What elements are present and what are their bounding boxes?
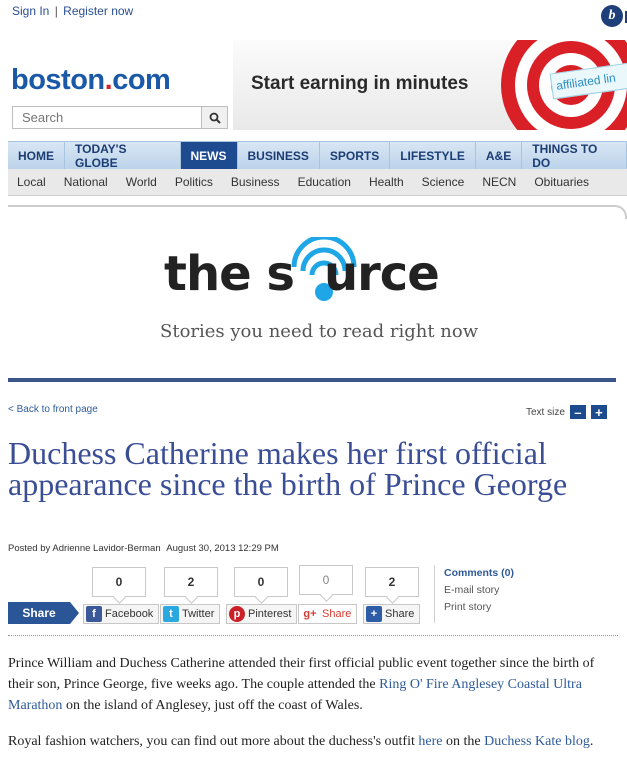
text-size-control: Text size – + [526,405,607,420]
subnav-necn[interactable]: NECN [473,169,525,195]
subnav-national[interactable]: National [55,169,117,195]
logo-part-com: com [112,64,171,96]
sign-in-link[interactable]: Sign In [12,4,49,18]
text-size-increase-button[interactable]: + [590,405,607,420]
text-size-label: Text size [526,406,565,418]
nav-item-sports[interactable]: SPORTS [320,142,391,169]
header-rule [8,378,616,382]
twitter-label: Twitter [182,608,215,620]
search-input[interactable] [13,107,201,128]
nav-item-lifestyle[interactable]: LIFESTYLE [390,142,476,169]
source-tagline: Stories you need to read right now [160,321,479,342]
subnav-education[interactable]: Education [289,169,360,195]
subnav-politics[interactable]: Politics [166,169,222,195]
the-source-logo[interactable]: the s urce Stories you need to read right… [160,246,478,342]
para1-text-2: on the island of Anglesey, just off the … [62,698,363,713]
article-paragraph-2: Royal fashion watchers, you can find out… [8,731,622,752]
dotted-divider [8,635,618,636]
secondary-nav: Local National World Politics Business E… [8,169,627,196]
search-icon [209,112,221,124]
byline: Posted by Adrienne Lavidor-Berman August… [8,543,279,554]
article-title: Duchess Catherine makes her first offici… [8,435,568,502]
subnav-world[interactable]: World [117,169,166,195]
separator: | [54,4,58,18]
byline-prefix: Posted by [8,543,51,554]
subnav-local[interactable]: Local [8,169,55,195]
para2-text-2: on the [442,734,485,749]
nav-item-todays-globe[interactable]: TODAY'S GLOBE [65,142,181,170]
byline-date: August 30, 2013 12:29 PM [166,543,279,554]
nav-item-ae[interactable]: A&E [476,142,523,169]
boston-com-logo[interactable]: boston.com [11,64,171,97]
addthis-share-button[interactable]: + Share [363,604,421,624]
subnav-obituaries[interactable]: Obituaries [525,169,598,195]
share-button[interactable]: Share [8,602,79,624]
para2-text-3: . [589,734,594,749]
google-plus-share-button[interactable]: g+ Share [298,604,358,624]
nav-item-business[interactable]: BUSINESS [238,142,320,169]
source-word-start: the s [164,246,295,302]
email-story-link[interactable]: E-mail story [444,584,499,596]
search-box [12,106,228,129]
twitter-share-button[interactable]: t Twitter [160,604,221,624]
google-plus-label: Share [322,608,352,620]
pinterest-icon: p [229,606,245,622]
nav-item-news[interactable]: NEWS [180,142,238,169]
logo-part-boston: boston [11,64,105,96]
google-plus-icon: g+ [303,608,317,620]
twitter-count: 2 [164,567,218,597]
byline-author: Adrienne Lavidor-Berman [52,543,161,554]
badge-letter: b [608,8,616,23]
text-size-decrease-button[interactable]: – [569,405,586,420]
top-account-bar: Sign In | Register now [12,4,133,18]
nav-item-things-to-do[interactable]: THINGS TO DO [522,142,627,170]
facebook-share-button[interactable]: f Facebook [83,604,160,624]
source-word-end: urce [323,246,440,302]
subnav-business[interactable]: Business [222,169,289,195]
register-link[interactable]: Register now [63,4,133,18]
back-to-front-page-link[interactable]: < Back to front page [8,404,98,415]
addthis-plus-icon: + [366,606,382,622]
pinterest-count: 0 [234,567,288,597]
google-plus-count: 0 [299,565,353,595]
twitter-icon: t [163,606,179,622]
article-paragraph-1: Prince William and Duchess Catherine att… [8,653,622,716]
pinterest-label: Pinterest [248,608,292,620]
ad-headline: Start earning in minutes [251,73,469,94]
subnav-health[interactable]: Health [360,169,413,195]
section-divider [8,205,627,219]
primary-nav: HOME TODAY'S GLOBE NEWS BUSINESS SPORTS … [8,141,627,170]
comments-link[interactable]: Comments (0) [444,567,514,579]
subnav-science[interactable]: Science [413,169,474,195]
pinterest-share-button[interactable]: p Pinterest [226,604,298,624]
duchess-kate-blog-link[interactable]: Duchess Kate blog [484,734,590,749]
article-tools: Comments (0) E-mail story Print story [434,565,514,623]
facebook-count: 0 [92,567,146,597]
print-story-link[interactable]: Print story [444,601,491,613]
addthis-count: 2 [365,567,419,597]
facebook-icon: f [86,606,102,622]
search-button[interactable] [201,107,227,128]
para2-text-1: Royal fashion watchers, you can find out… [8,734,419,749]
addthis-label: Share [385,608,415,620]
ad-banner[interactable]: Start earning in minutes affiliated lin [233,40,627,130]
outfit-here-link[interactable]: here [418,734,442,749]
facebook-label: Facebook [105,608,154,620]
nav-item-home[interactable]: HOME [8,142,65,169]
bdc-badge-icon[interactable]: b [601,5,627,27]
